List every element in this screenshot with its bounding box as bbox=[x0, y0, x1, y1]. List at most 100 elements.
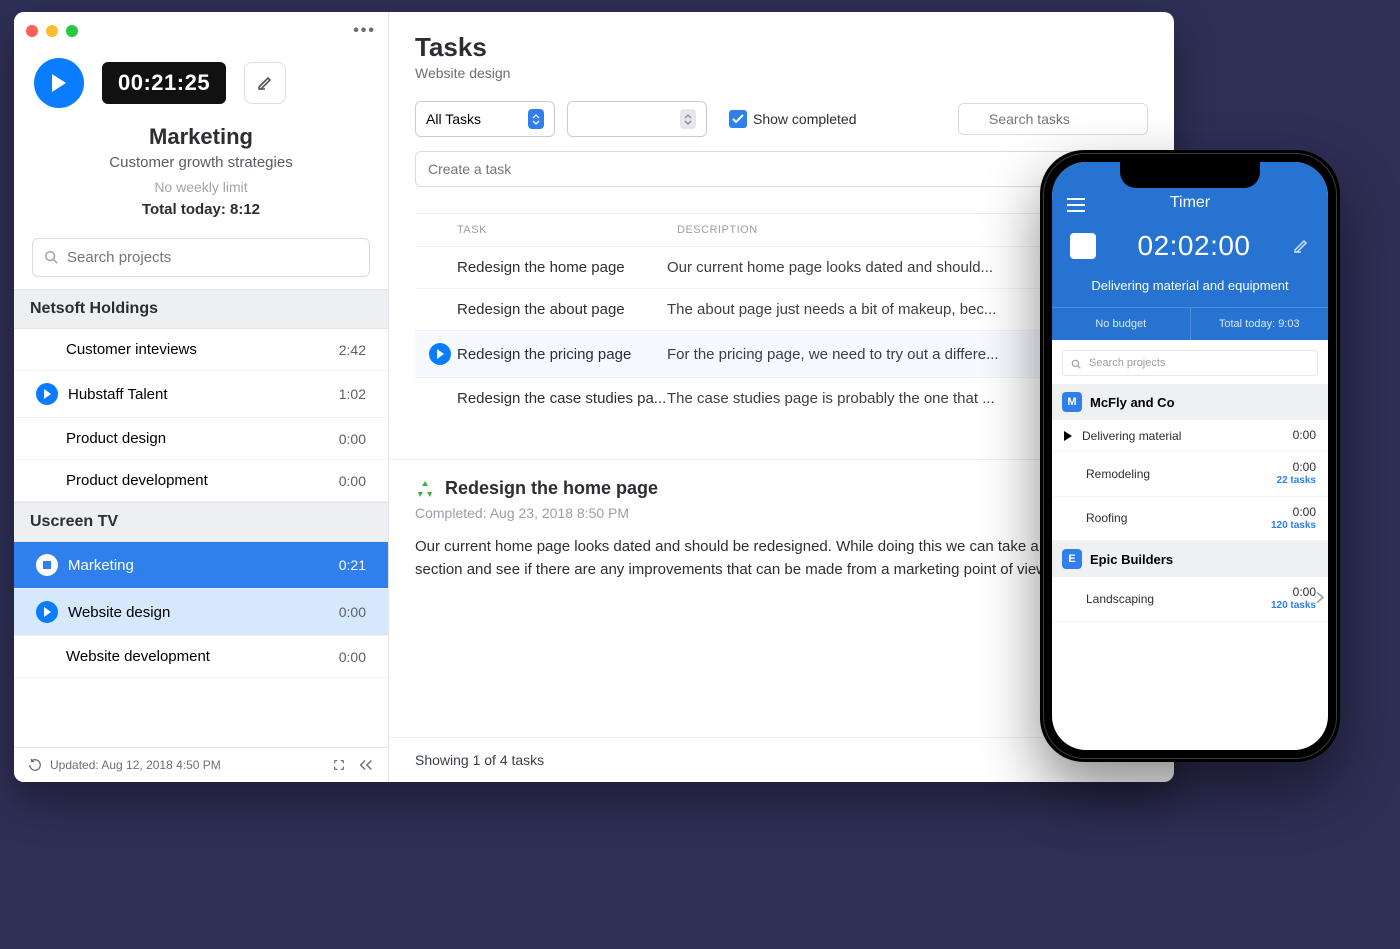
close-window-icon[interactable] bbox=[26, 25, 38, 37]
task-row[interactable]: Redesign the about pageThe about page ju… bbox=[415, 288, 1148, 330]
play-icon[interactable] bbox=[36, 601, 58, 623]
total-today: Total today: 8:12 bbox=[26, 201, 376, 218]
edit-icon bbox=[256, 74, 274, 92]
project-time: 2:42 bbox=[339, 342, 366, 358]
project-name: Website development bbox=[66, 648, 210, 665]
project-row[interactable]: Product design 0:00 bbox=[14, 418, 388, 460]
project-row[interactable]: Marketing0:21 bbox=[14, 542, 388, 589]
desktop-window: ••• 00:21:25 Marketing Customer growth s… bbox=[14, 12, 1174, 782]
filter-row: All Tasks Show completed bbox=[389, 85, 1174, 143]
project-time: 0:21 bbox=[339, 557, 366, 573]
sidebar: ••• 00:21:25 Marketing Customer growth s… bbox=[14, 12, 389, 782]
phone-budget: No budget bbox=[1052, 307, 1191, 340]
zoom-window-icon[interactable] bbox=[66, 25, 78, 37]
search-icon bbox=[44, 250, 58, 264]
phone-project-meta: 0:0022 tasks bbox=[1277, 460, 1316, 488]
project-row[interactable]: Customer inteviews 2:42 bbox=[14, 329, 388, 371]
edit-note-button[interactable] bbox=[244, 62, 286, 104]
table-header: TASK DESCRIPTION bbox=[415, 214, 1148, 246]
play-icon bbox=[1064, 431, 1072, 441]
chevron-right-icon bbox=[1316, 591, 1324, 606]
search-projects-input[interactable] bbox=[32, 238, 370, 277]
phone-project-row[interactable]: Remodeling 0:0022 tasks bbox=[1052, 452, 1328, 497]
phone-project-name: Roofing bbox=[1086, 511, 1127, 525]
phone-project-meta: 0:00120 tasks bbox=[1271, 505, 1316, 533]
phone-screen: Timer 02:02:00 Delivering material and e… bbox=[1052, 162, 1328, 750]
project-name: Customer inteviews bbox=[66, 341, 197, 358]
phone-project-name: Delivering material bbox=[1082, 429, 1181, 443]
phone-project-meta: 0:00 bbox=[1293, 428, 1316, 443]
check-icon bbox=[732, 114, 744, 124]
show-completed-checkbox[interactable] bbox=[729, 110, 747, 128]
project-time: 1:02 bbox=[339, 386, 366, 402]
phone-project-meta: 0:00120 tasks bbox=[1271, 585, 1316, 613]
timer-controls: 00:21:25 bbox=[14, 44, 388, 122]
minimize-window-icon[interactable] bbox=[46, 25, 58, 37]
recycle-icon bbox=[415, 479, 435, 499]
project-row[interactable]: Hubstaff Talent 1:02 bbox=[14, 371, 388, 418]
select-indicator-icon bbox=[528, 109, 544, 129]
phone-project-row[interactable]: Landscaping0:00120 tasks bbox=[1052, 577, 1328, 622]
task-row[interactable]: Redesign the pricing pageFor the pricing… bbox=[415, 330, 1148, 377]
search-tasks-input[interactable] bbox=[958, 103, 1148, 135]
stop-icon[interactable] bbox=[36, 554, 58, 576]
phone-project-name: Remodeling bbox=[1086, 467, 1150, 481]
phone-stop-button[interactable] bbox=[1070, 233, 1096, 259]
last-updated: Updated: Aug 12, 2018 4:50 PM bbox=[50, 758, 221, 772]
phone-mockup: Timer 02:02:00 Delivering material and e… bbox=[1040, 150, 1340, 762]
task-row[interactable]: Redesign the home pageOur current home p… bbox=[415, 246, 1148, 288]
project-name: Hubstaff Talent bbox=[68, 386, 168, 403]
phone-group-header: MMcFly and Co bbox=[1052, 384, 1328, 420]
current-project: Marketing Customer growth strategies No … bbox=[14, 122, 388, 228]
task-name: Redesign the case studies pa... bbox=[457, 390, 667, 407]
project-group-header: Netsoft Holdings bbox=[14, 289, 388, 329]
main-header: Tasks Website design bbox=[389, 12, 1174, 85]
timer-display: 00:21:25 bbox=[102, 62, 226, 104]
phone-project-row[interactable]: Delivering material 0:00 bbox=[1052, 420, 1328, 452]
phone-group-header: EEpic Builders bbox=[1052, 541, 1328, 577]
group-badge: M bbox=[1062, 392, 1082, 412]
phone-total-today: Total today: 9:03 bbox=[1191, 307, 1329, 340]
filter-assignee-select[interactable] bbox=[567, 101, 707, 137]
project-time: 0:00 bbox=[339, 473, 366, 489]
project-time: 0:00 bbox=[339, 431, 366, 447]
phone-project-row[interactable]: Roofing 0:00120 tasks bbox=[1052, 497, 1328, 542]
project-time: 0:00 bbox=[339, 604, 366, 620]
task-name: Redesign the pricing page bbox=[457, 346, 667, 363]
show-completed-label: Show completed bbox=[753, 111, 857, 127]
play-icon[interactable] bbox=[36, 383, 58, 405]
search-tasks-wrap bbox=[958, 103, 1148, 135]
more-menu-icon[interactable]: ••• bbox=[353, 22, 376, 40]
window-titlebar: ••• bbox=[14, 12, 388, 44]
play-icon bbox=[50, 73, 68, 93]
project-name: Website design bbox=[68, 604, 170, 621]
hamburger-icon[interactable] bbox=[1066, 198, 1086, 212]
page-subtitle: Website design bbox=[415, 65, 1148, 81]
project-row[interactable]: Product development 0:00 bbox=[14, 460, 388, 502]
project-group-header: Uscreen TV bbox=[14, 502, 388, 542]
phone-stats: No budget Total today: 9:03 bbox=[1052, 307, 1328, 340]
project-time: 0:00 bbox=[339, 649, 366, 665]
page-title: Tasks bbox=[415, 32, 1148, 63]
task-name: Redesign the about page bbox=[457, 301, 667, 318]
traffic-lights bbox=[26, 25, 78, 37]
phone-title: Timer bbox=[1068, 194, 1312, 212]
play-icon[interactable] bbox=[429, 343, 451, 365]
refresh-icon[interactable] bbox=[28, 758, 42, 772]
phone-timer-row: 02:02:00 bbox=[1052, 222, 1328, 270]
start-timer-button[interactable] bbox=[34, 58, 84, 108]
project-title: Marketing bbox=[26, 124, 376, 150]
filter-tasks-select[interactable]: All Tasks bbox=[415, 101, 555, 137]
project-name: Product design bbox=[66, 430, 166, 447]
phone-search[interactable]: Search projects bbox=[1062, 350, 1318, 376]
project-name: Product development bbox=[66, 472, 208, 489]
detail-title: Redesign the home page bbox=[445, 478, 658, 499]
project-row[interactable]: Website development 0:00 bbox=[14, 636, 388, 678]
weekly-limit: No weekly limit bbox=[26, 179, 376, 195]
project-row[interactable]: Website design 0:00 bbox=[14, 589, 388, 636]
chevrons-left-icon[interactable] bbox=[358, 758, 374, 772]
create-task-input[interactable] bbox=[415, 151, 1114, 187]
task-row[interactable]: Redesign the case studies pa...The case … bbox=[415, 377, 1148, 419]
edit-icon[interactable] bbox=[1292, 237, 1310, 255]
collapse-icon[interactable] bbox=[332, 758, 346, 772]
